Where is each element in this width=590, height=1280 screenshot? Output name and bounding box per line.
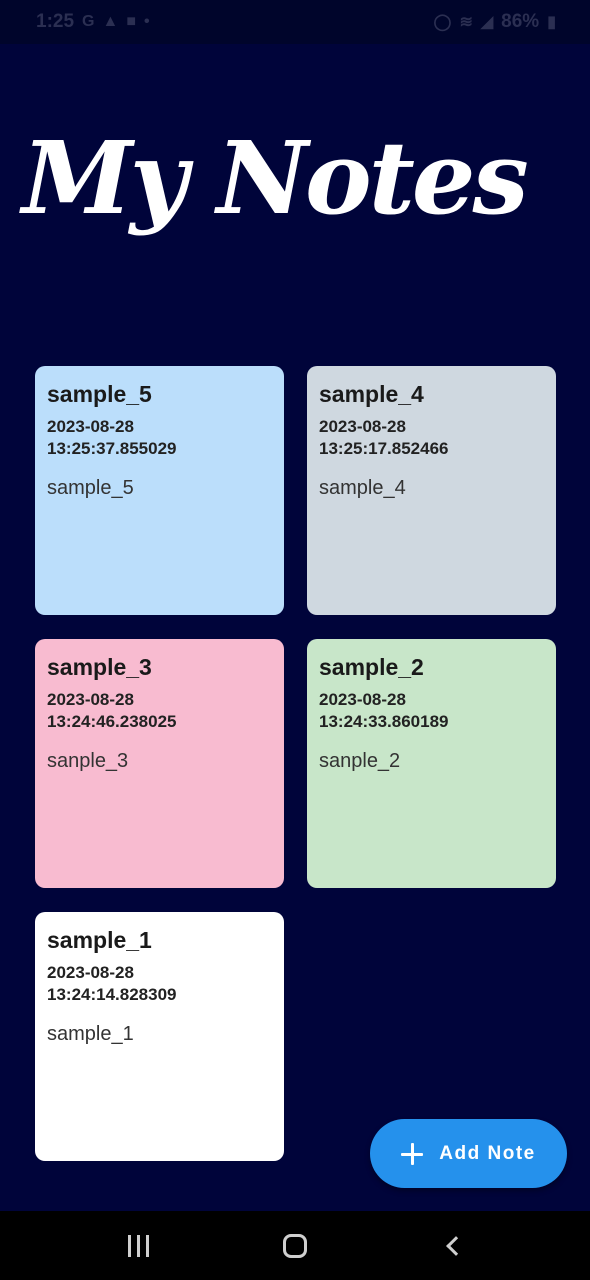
note-body: sample_5 xyxy=(47,477,134,499)
back-button[interactable] xyxy=(422,1221,482,1271)
battery-percent: 86% xyxy=(501,11,540,32)
battery-icon: ▮ xyxy=(547,14,556,31)
message-icon: ■ xyxy=(126,13,136,30)
note-title: sample_5 xyxy=(47,381,152,407)
back-icon xyxy=(445,1235,466,1256)
note-body: sample_1 xyxy=(47,1023,134,1045)
note-title: sample_2 xyxy=(319,654,424,680)
plus-icon xyxy=(401,1142,424,1165)
status-bar: 1:25 G ▲ ■ • ◯ ≋ ◢ 86% ▮ xyxy=(0,0,590,44)
note-card[interactable]: sample_4 2023-08-28 13:25:17.852466 samp… xyxy=(307,366,556,615)
status-left: 1:25 G ▲ ■ • xyxy=(36,11,150,33)
home-icon xyxy=(282,1233,307,1258)
notes-grid: sample_5 2023-08-28 13:25:37.855029 samp… xyxy=(35,366,556,1161)
note-card[interactable]: sample_5 2023-08-28 13:25:37.855029 samp… xyxy=(35,366,284,615)
note-card[interactable]: sample_3 2023-08-28 13:24:46.238025 sanp… xyxy=(35,639,284,888)
note-card[interactable]: sample_2 2023-08-28 13:24:33.860189 sanp… xyxy=(307,639,556,888)
note-date: 2023-08-28 13:24:14.828309 xyxy=(47,963,177,1004)
add-note-label: Add Note xyxy=(439,1142,536,1164)
note-body: sample_4 xyxy=(319,477,406,499)
google-icon: G xyxy=(82,13,95,30)
note-date: 2023-08-28 13:25:37.855029 xyxy=(47,417,177,458)
system-nav-bar xyxy=(0,1211,590,1280)
dot-icon: • xyxy=(144,13,150,30)
add-note-button[interactable]: Add Note xyxy=(370,1119,567,1188)
app-screen: 1:25 G ▲ ■ • ◯ ≋ ◢ 86% ▮ My Notes sample… xyxy=(0,0,590,1280)
signal-icon: ◢ xyxy=(480,14,494,31)
status-time: 1:25 xyxy=(36,11,75,32)
notification-icon: ▲ xyxy=(102,13,119,30)
recents-button[interactable] xyxy=(108,1221,168,1271)
page-title: My Notes xyxy=(22,119,529,237)
status-right: ◯ ≋ ◢ 86% ▮ xyxy=(434,11,556,33)
note-card[interactable]: sample_1 2023-08-28 13:24:14.828309 samp… xyxy=(35,912,284,1161)
alarm-icon: ◯ xyxy=(433,14,452,31)
note-date: 2023-08-28 13:25:17.852466 xyxy=(319,417,449,458)
wifi-icon: ≋ xyxy=(459,14,473,31)
note-title: sample_4 xyxy=(319,381,424,407)
note-date: 2023-08-28 13:24:33.860189 xyxy=(319,690,449,731)
note-date: 2023-08-28 13:24:46.238025 xyxy=(47,690,177,731)
home-button[interactable] xyxy=(265,1221,325,1271)
note-title: sample_3 xyxy=(47,654,152,680)
recents-icon xyxy=(127,1234,149,1257)
note-body: sanple_3 xyxy=(47,750,129,772)
note-body: sanple_2 xyxy=(319,750,401,772)
note-title: sample_1 xyxy=(47,927,152,953)
